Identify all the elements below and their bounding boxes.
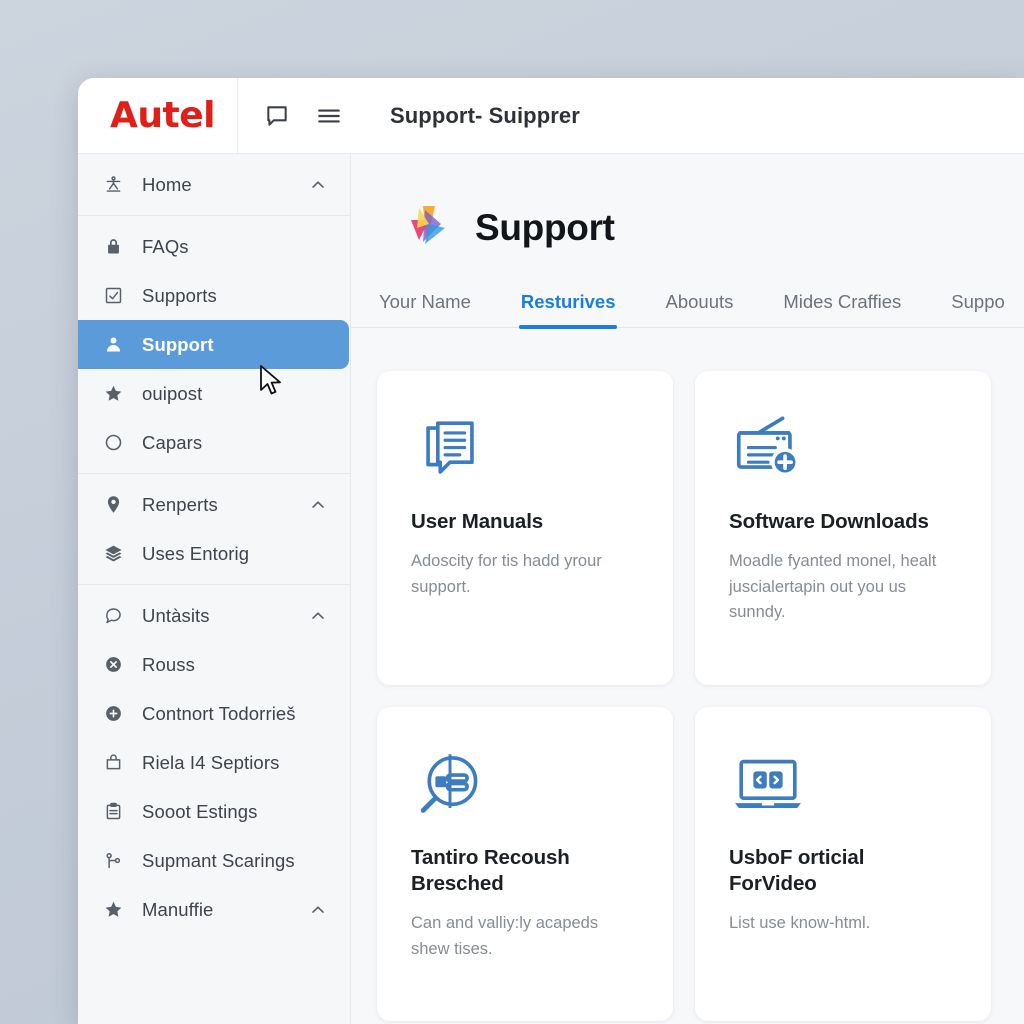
- brand-zone[interactable]: Autel: [78, 78, 238, 153]
- tab-bar: Your Name Resturives Abouuts Mides Craffies…: [351, 257, 1024, 329]
- sidebar-item-label: Manuffie: [142, 898, 214, 920]
- tab-your-name[interactable]: Your Name: [377, 291, 473, 327]
- chevron-up-icon[interactable]: [308, 900, 328, 920]
- sidebar-item-label: FAQs: [142, 235, 189, 257]
- card-title: Software Downloads: [729, 510, 929, 533]
- sidebar-item-supports[interactable]: Supports: [78, 271, 350, 320]
- sidebar-item-unt-sits[interactable]: Untàsits: [78, 591, 350, 640]
- branch-icon: [102, 850, 124, 872]
- bag-icon: [102, 752, 124, 774]
- tab-abouuts[interactable]: Abouuts: [663, 291, 735, 327]
- sidebar-item-contnort-todorrie[interactable]: Contnort Todorrieš: [78, 689, 350, 738]
- sidebar-item-rouss[interactable]: Rouss: [78, 640, 350, 689]
- chevron-up-icon[interactable]: [308, 606, 328, 626]
- sidebar-item-label: Untàsits: [142, 604, 210, 626]
- home-person-icon: [102, 174, 124, 196]
- sidebar-item-label: Capars: [142, 431, 203, 453]
- card-description: Moadle fyanted monel, healt juscialertap…: [729, 552, 937, 622]
- main-content: Support Your Name Resturives Abouuts Mides …: [351, 154, 1024, 1024]
- card-software-downloads[interactable]: Software Downloads Moadle fyanted monel, …: [695, 371, 991, 685]
- sidebar: Home FAQs Supports Support ouipost Capars Renp…: [78, 154, 351, 1024]
- star-icon: [102, 383, 124, 405]
- body: Home FAQs Supports Support ouipost Capars Renp…: [78, 154, 1024, 1024]
- sidebar-item-supmant-scarings[interactable]: Supmant Scarings: [78, 836, 350, 885]
- clipboard-icon: [102, 801, 124, 823]
- sidebar-item-label: Renperts: [142, 493, 218, 515]
- sidebar-item-capars[interactable]: Capars: [78, 418, 350, 467]
- sidebar-item-label: ouipost: [142, 382, 203, 404]
- sidebar-item-label: Supmant Scarings: [142, 849, 295, 871]
- chevron-up-icon[interactable]: [308, 175, 328, 195]
- topbar-icon-group: [238, 78, 368, 153]
- card-description: List use know-html.: [729, 914, 871, 933]
- tab-resturives[interactable]: Resturives: [518, 291, 618, 329]
- chat-bubble-icon[interactable]: [262, 101, 292, 131]
- page-title: Support: [475, 206, 615, 248]
- sidebar-item-label: Home: [142, 173, 192, 195]
- sidebar-item-faqs[interactable]: FAQs: [78, 222, 350, 271]
- magnifier-search-icon: [411, 743, 639, 829]
- card-user-manuals[interactable]: User Manuals Adoscity for tis hadd yrour …: [377, 371, 673, 685]
- sidebar-item-label: Riela I4 Septiors: [142, 751, 280, 773]
- autel-logo: Autel: [110, 94, 215, 136]
- colorful-prism-logo: [399, 198, 453, 257]
- laptop-video-icon: [729, 743, 957, 829]
- speech-bubble-icon: [102, 605, 124, 627]
- tab-suppo[interactable]: Suppo: [949, 291, 1007, 327]
- map-pin-icon: [102, 494, 124, 516]
- sidebar-item-label: Support: [142, 333, 214, 355]
- circle-plus-icon: [102, 703, 124, 725]
- hamburger-menu-icon[interactable]: [314, 101, 344, 131]
- card-description: Adoscity for tis hadd yrour support.: [411, 552, 602, 596]
- card-usbof-orticial-forvideo[interactable]: UsboF orticial ForVideo List use know-htm…: [695, 707, 991, 1021]
- tab-mides-craffies[interactable]: Mides Craffies: [781, 291, 903, 327]
- sidebar-item-label: Uses Entorig: [142, 542, 250, 564]
- checkbox-check-icon: [102, 285, 124, 307]
- card-title: Tantiro Recoush Bresched: [411, 846, 570, 896]
- sidebar-item-sooot-estings[interactable]: Sooot Estings: [78, 787, 350, 836]
- screen: Autel Support- Suipprer Home FAQs Suppor…: [0, 0, 1024, 1024]
- document-chat-icon: [411, 407, 639, 493]
- sidebar-item-home[interactable]: Home: [78, 160, 350, 209]
- sidebar-item-uses-entorig[interactable]: Uses Entorig: [78, 529, 350, 578]
- card-title: UsboF orticial ForVideo: [729, 846, 865, 896]
- circle-x-icon: [102, 654, 124, 676]
- sidebar-group-home-group: Home: [78, 154, 350, 216]
- sidebar-item-label: Supports: [142, 284, 217, 306]
- sidebar-item-label: Sooot Estings: [142, 800, 258, 822]
- page-header: Support: [351, 154, 1024, 257]
- app-window: Autel Support- Suipprer Home FAQs Suppor…: [78, 78, 1024, 1024]
- sidebar-group-support-group: FAQs Supports Support ouipost Capars: [78, 216, 350, 474]
- sidebar-item-renperts[interactable]: Renperts: [78, 480, 350, 529]
- circle-icon: [102, 432, 124, 454]
- header-title: Support- Suipprer: [390, 102, 580, 128]
- lock-icon: [102, 236, 124, 258]
- card-description: Can and valliy:ly acapeds shew tises.: [411, 914, 599, 959]
- sidebar-group-tasks-group: Untàsits Rouss Contnort Todorrieš Riela I4 …: [78, 585, 350, 940]
- star-icon: [102, 899, 124, 921]
- card-grid: User Manuals Adoscity for tis hadd yrour …: [351, 328, 1024, 1021]
- sidebar-item-support[interactable]: Support: [78, 320, 349, 369]
- sidebar-item-ouipost[interactable]: ouipost: [78, 369, 350, 418]
- card-title: User Manuals: [411, 510, 544, 533]
- browser-window-plus-icon: [729, 407, 957, 493]
- user-person-icon: [102, 334, 124, 356]
- card-tantiro-recoush-bresched[interactable]: Tantiro Recoush Bresched Can and valliy:l…: [377, 707, 673, 1021]
- sidebar-item-manuffie[interactable]: Manuffie: [78, 885, 350, 934]
- sidebar-group-reports-group: Renperts Uses Entorig: [78, 474, 350, 585]
- top-bar: Autel Support- Suipprer: [78, 78, 1024, 154]
- layers-icon: [102, 543, 124, 565]
- chevron-up-icon[interactable]: [308, 495, 328, 515]
- sidebar-item-label: Rouss: [142, 653, 195, 675]
- sidebar-item-label: Contnort Todorrieš: [142, 702, 296, 724]
- sidebar-item-riela-i4-septiors[interactable]: Riela I4 Septiors: [78, 738, 350, 787]
